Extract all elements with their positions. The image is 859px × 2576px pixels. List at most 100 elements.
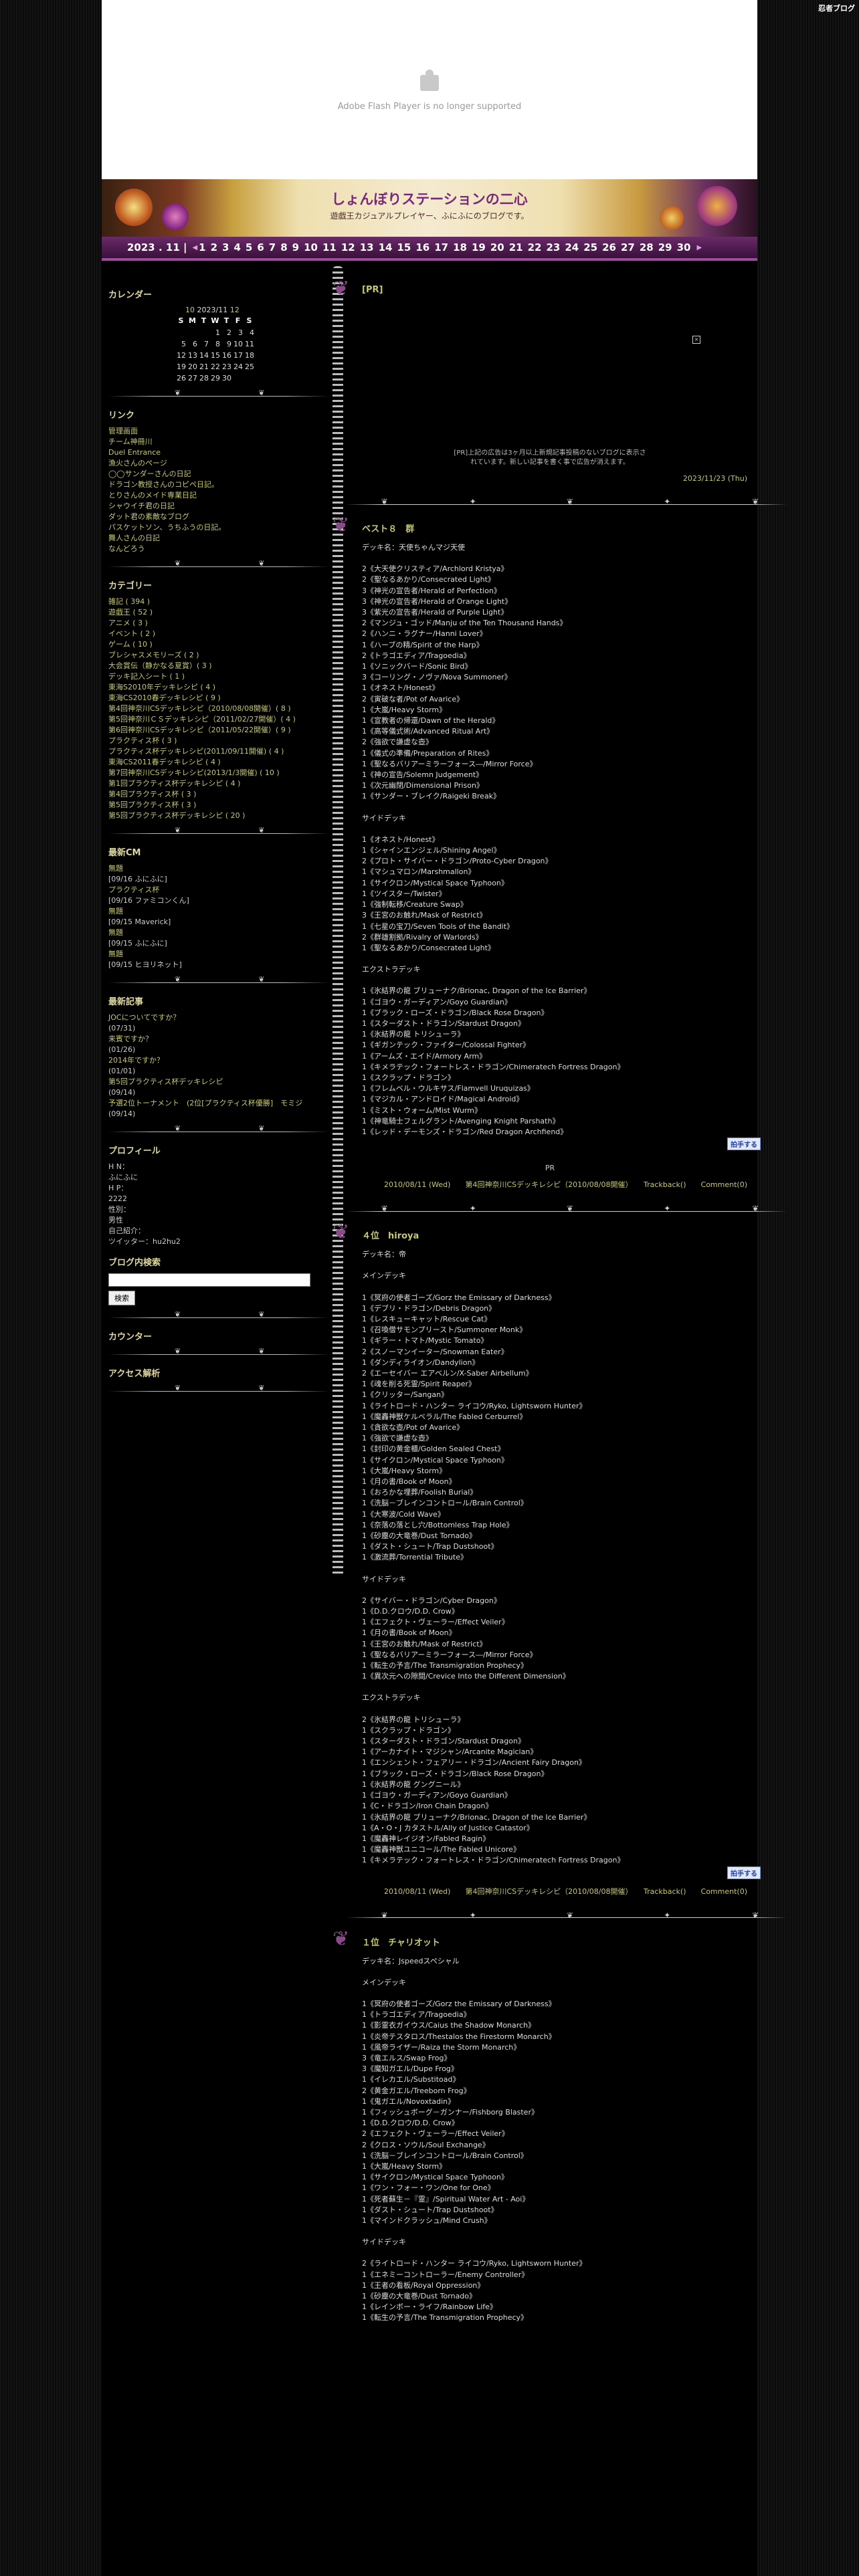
category-item[interactable]: 遊戯王 ( 52 ) — [108, 607, 329, 618]
category-item[interactable]: デッキ記入シート ( 1 ) — [108, 671, 329, 682]
day-link[interactable]: 15 — [397, 241, 411, 253]
comment-title-link[interactable]: プラクティス杯 — [108, 885, 329, 895]
close-icon[interactable]: × — [692, 336, 700, 344]
category-item[interactable]: ブレシャスメモリーズ ( 2 ) — [108, 650, 329, 661]
search-input[interactable] — [108, 1273, 310, 1287]
category-item[interactable]: 第6回神奈川CSデッキレシピ（2011/05/22開催）( 9 ) — [108, 725, 329, 736]
category-item[interactable]: 東海CS2010春デッキレシピ ( 9 ) — [108, 693, 329, 704]
category-item[interactable]: 第5回神奈川ＣＳデッキレシピ（2011/02/27開催）( 4 ) — [108, 714, 329, 725]
recent-post-link[interactable]: 第5回プラクティス杯デッキレシピ — [108, 1077, 329, 1087]
comment-title-link[interactable]: 無題 — [108, 906, 329, 917]
next-month-icon[interactable]: ▶ — [696, 244, 702, 251]
comment-title-link[interactable]: 無題 — [108, 949, 329, 960]
day-link[interactable]: 29 — [658, 241, 672, 253]
day-link[interactable]: 20 — [490, 241, 504, 253]
day-link[interactable]: 24 — [565, 241, 579, 253]
post-line: 2《ライトロード・ハンター ライコウ/Ryko, Lightsworn Hunt… — [362, 2259, 587, 2268]
link-item[interactable]: なんどろう — [108, 544, 329, 554]
category-item[interactable]: 東海CS2011春デッキレシピ ( 4 ) — [108, 757, 329, 768]
category-item[interactable]: プラクティス杯 ( 3 ) — [108, 736, 329, 746]
day-link[interactable]: 3 — [222, 241, 229, 253]
day-link[interactable]: 12 — [341, 241, 355, 253]
recent-post-link[interactable]: 2014年ですか？ — [108, 1055, 329, 1066]
day-link[interactable]: 8 — [280, 241, 287, 253]
link-item[interactable]: 管理画面 — [108, 426, 329, 437]
day-link[interactable]: 30 — [677, 241, 691, 253]
day-link[interactable]: 4 — [233, 241, 240, 253]
link-item[interactable]: ◯◯サンダーさんの日記 — [108, 469, 329, 479]
day-link[interactable]: 23 — [546, 241, 560, 253]
day-link[interactable]: 2 — [211, 241, 217, 253]
recent-post-link[interactable]: 予選2位トーナメント (2位[プラクティス杯優勝] モミジ — [108, 1098, 329, 1109]
link-item[interactable]: ドラゴン教授さんのコピペ日記。 — [108, 479, 329, 490]
category-item[interactable]: 第7回神奈川CSデッキレシピ(2013/1/3開催) ( 10 ) — [108, 768, 329, 778]
link-item[interactable]: シャウイチ君の日記 — [108, 501, 329, 512]
day-link[interactable]: 13 — [360, 241, 374, 253]
recent-posts-list: JOCについてですか？ (07/31) 来賓ですか？ (01/26) 2014年ですか？… — [108, 1012, 329, 1119]
link-item[interactable]: 舞人さんの日記 — [108, 533, 329, 544]
category-item[interactable]: アニメ ( 3 ) — [108, 618, 329, 629]
day-link[interactable]: 18 — [453, 241, 467, 253]
category-item[interactable]: 第4回神奈川CSデッキレシピ（2010/08/08開催）( 8 ) — [108, 704, 329, 714]
day-link[interactable]: 1 — [199, 241, 205, 253]
calendar-prev-link[interactable]: 10 — [185, 306, 195, 314]
post-title[interactable]: [PR] — [362, 285, 747, 295]
category-item[interactable]: ゲーム ( 10 ) — [108, 639, 329, 650]
day-link[interactable]: 22 — [528, 241, 542, 253]
calendar-next-link[interactable]: 12 — [230, 306, 240, 314]
ninja-blog-badge[interactable]: 忍者ブログ — [818, 3, 855, 13]
link-item[interactable]: とりさんのメイド専業日記 — [108, 490, 329, 501]
comment-title-link[interactable]: 無題 — [108, 863, 329, 874]
link-item[interactable]: Duel Entrance — [108, 447, 329, 458]
day-link[interactable]: 9 — [292, 241, 299, 253]
post-line: 1《ブラック・ローズ・ドラゴン/Black Rose Dragon》 — [362, 1769, 549, 1778]
category-item[interactable]: プラクティス杯デッキレシピ(2011/09/11開催) ( 4 ) — [108, 746, 329, 757]
category-item[interactable]: 第4回プラクティス杯 ( 3 ) — [108, 789, 329, 800]
clap-button[interactable]: 拍手する — [727, 1138, 761, 1151]
post-title[interactable]: ベスト８ 群 — [362, 522, 747, 534]
day-link[interactable]: 17 — [434, 241, 448, 253]
link-item[interactable]: パスケットソン、うちふうの日記。 — [108, 522, 329, 533]
link-item[interactable]: チーム神冊川 — [108, 437, 329, 447]
day-link[interactable]: 19 — [472, 241, 486, 253]
day-link[interactable]: 16 — [415, 241, 430, 253]
post-line: 1《ギラー・トマト/Mystic Tomato》 — [362, 1336, 488, 1346]
post-footer[interactable]: 2010/08/11 (Wed) 第4回神奈川CSデッキレシピ（2010/08/… — [353, 1886, 747, 1897]
category-item[interactable]: 第5回プラクティス杯デッキレシピ ( 20 ) — [108, 811, 329, 821]
link-item[interactable]: 漁火さんのページ — [108, 458, 329, 469]
recent-post-link[interactable]: JOCについてですか？ — [108, 1012, 329, 1023]
link-item[interactable]: ダット君の素敵なブログ — [108, 512, 329, 522]
category-item[interactable]: 東海S2010年デッキレシピ ( 4 ) — [108, 682, 329, 693]
blog-title[interactable]: しょんぼりステーションの二心 — [102, 189, 757, 209]
category-item[interactable]: 第5回プラクティス杯 ( 3 ) — [108, 800, 329, 811]
day-link[interactable]: 14 — [379, 241, 393, 253]
day-link[interactable]: 6 — [257, 241, 264, 253]
category-item[interactable]: 第1回プラクティス杯デッキレシピ ( 4 ) — [108, 778, 329, 789]
day-link[interactable]: 11 — [322, 241, 337, 253]
post-footer[interactable]: 2010/08/11 (Wed) 第4回神奈川CSデッキレシピ（2010/08/… — [353, 1179, 747, 1190]
post-line: 1《貪欲な壺/Pot of Avarice》 — [362, 1423, 464, 1432]
post-line: 2《マンジュ・ゴッド/Manju of the Ten Thousand Han… — [362, 619, 567, 628]
day-link[interactable]: 5 — [246, 241, 252, 253]
category-item[interactable]: 大会賞伝（静かなる夏賞）( 3 ) — [108, 661, 329, 671]
day-link[interactable]: 27 — [621, 241, 635, 253]
post-line: サイドデッキ — [362, 813, 406, 823]
search-button[interactable]: 検索 — [108, 1291, 135, 1305]
day-link[interactable]: 7 — [269, 241, 276, 253]
comment-title-link[interactable]: 無題 — [108, 928, 329, 938]
day-link[interactable]: 25 — [583, 241, 597, 253]
recent-post-link[interactable]: 来賓ですか？ — [108, 1034, 329, 1045]
clap-button[interactable]: 拍手する — [727, 1866, 761, 1879]
category-item[interactable]: 雑記 ( 394 ) — [108, 597, 329, 607]
day-link[interactable]: 28 — [640, 241, 654, 253]
prev-month-icon[interactable]: ◀ — [192, 244, 197, 251]
day-link[interactable]: 10 — [304, 241, 318, 253]
post-title[interactable]: ４位 hiroya — [362, 1228, 747, 1241]
comment-author: [09/15 ヒヨリネット] — [108, 960, 182, 969]
weekday-label: F — [235, 316, 241, 325]
category-item[interactable]: イベント ( 2 ) — [108, 629, 329, 639]
post-line: 1《王宮のお触れ/Mask of Restrict》 — [362, 1639, 487, 1648]
day-link[interactable]: 21 — [509, 241, 523, 253]
post-title[interactable]: １位 チャリオット — [362, 1935, 747, 1948]
day-link[interactable]: 26 — [602, 241, 616, 253]
